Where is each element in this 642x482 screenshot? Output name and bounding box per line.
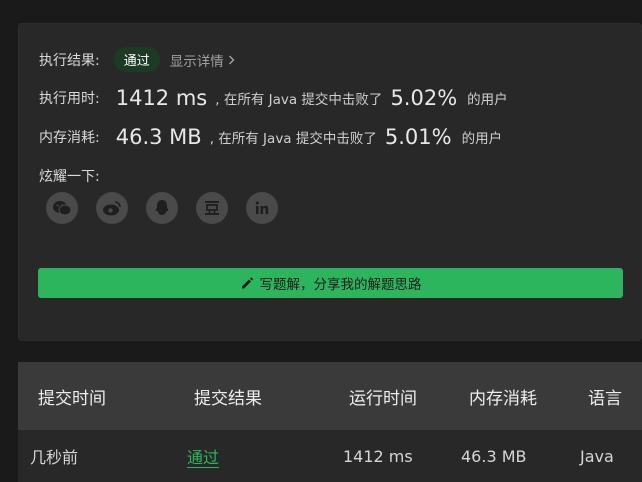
result-label: 执行结果:	[39, 52, 100, 69]
header-memory: 内存消耗	[469, 388, 537, 409]
memory-label: 内存消耗:	[39, 130, 100, 146]
memory-suffix: 的用户	[461, 131, 503, 147]
table-row[interactable]: 几秒前 通过 1412 ms 46.3 MB Java	[18, 430, 642, 482]
runtime-label: 执行用时:	[39, 91, 100, 107]
share-row: 炫耀一下:	[39, 166, 100, 186]
cell-submit-result-link[interactable]: 通过	[187, 430, 219, 482]
weibo-icon[interactable]	[96, 192, 128, 224]
result-row: 执行结果: 通过 显示详情	[39, 47, 235, 72]
cell-submit-time: 几秒前	[30, 448, 79, 467]
chevron-right-icon	[228, 55, 235, 64]
pencil-icon	[241, 277, 253, 289]
write-solution-button[interactable]: 写题解，分享我的解题思路	[38, 268, 623, 298]
status-badge: 通过	[113, 47, 160, 72]
header-language: 语言	[588, 388, 622, 409]
memory-percent: 5.01%	[384, 125, 452, 149]
runtime-value: 1412 ms	[115, 86, 208, 110]
show-details-label: 显示详情	[169, 53, 224, 70]
runtime-row: 执行用时: 1412 ms , 在所有 Java 提交中击败了 5.02% 的用…	[39, 86, 508, 110]
write-solution-label: 写题解，分享我的解题思路	[259, 277, 422, 293]
qq-icon[interactable]	[146, 192, 178, 224]
cell-memory: 46.3 MB	[461, 446, 527, 466]
share-label: 炫耀一下:	[39, 169, 100, 185]
memory-value: 46.3 MB	[115, 125, 202, 149]
wechat-icon[interactable]	[46, 192, 78, 224]
share-icons	[46, 192, 296, 224]
header-submit-time: 提交时间	[38, 388, 106, 409]
submission-result-card: 执行结果: 通过 显示详情 执行用时: 1412 ms , 在所有 Java 提…	[18, 23, 642, 341]
cell-language: Java	[580, 446, 614, 466]
submission-table-header: 提交时间 提交结果 运行时间 内存消耗 语言	[18, 362, 642, 430]
douban-icon[interactable]	[196, 192, 228, 224]
cell-runtime: 1412 ms	[343, 446, 413, 466]
header-submit-result: 提交结果	[194, 388, 262, 409]
runtime-percent: 5.02%	[390, 86, 458, 110]
runtime-suffix: 的用户	[467, 92, 508, 108]
show-details-link[interactable]: 显示详情	[170, 50, 235, 70]
memory-prefix: , 在所有 Java 提交中击败了	[209, 131, 377, 147]
memory-row: 内存消耗: 46.3 MB , 在所有 Java 提交中击败了 5.01% 的用…	[39, 125, 502, 149]
linkedin-icon[interactable]	[246, 192, 278, 224]
runtime-prefix: , 在所有 Java 提交中击败了	[215, 92, 383, 108]
header-runtime: 运行时间	[349, 388, 417, 409]
